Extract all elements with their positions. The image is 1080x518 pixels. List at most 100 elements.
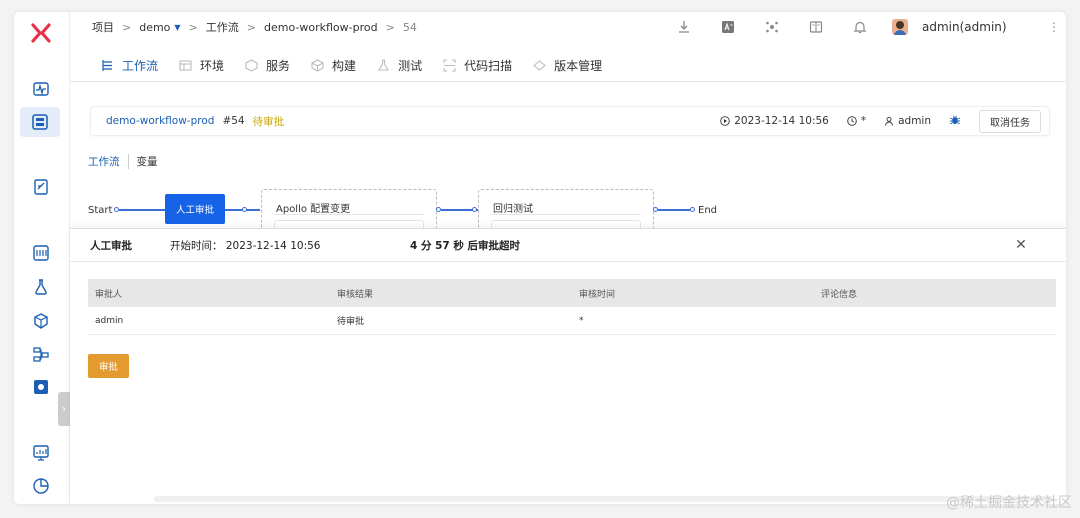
top-actions: admin(admin) ⋮ (662, 12, 1066, 42)
breadcrumb: 项目 > demo ▼ > 工作流 > demo-workflow-prod >… (70, 19, 417, 35)
scan-icon (442, 59, 456, 73)
start-time-label: 开始时间： (170, 239, 223, 252)
notification-bell-icon[interactable] (838, 20, 882, 34)
stage-title: 回归测试 (493, 204, 533, 215)
clock-icon (847, 116, 857, 126)
debug-bug-icon[interactable] (949, 114, 961, 129)
creator: admin (884, 115, 931, 127)
release-plan-icon[interactable] (30, 176, 52, 198)
tab-label: 服务 (266, 59, 291, 73)
approve-button[interactable]: 审批 (88, 354, 129, 378)
breadcrumb-workflow-name[interactable]: demo-workflow-prod (264, 21, 378, 34)
start-time: 2023-12-14 10:56 (720, 115, 829, 127)
statistics-icon[interactable] (30, 475, 52, 497)
approval-table: 审批人 审核结果 审核时间 评论信息 admin 待审批 * (88, 279, 1056, 335)
build-module-icon[interactable] (30, 242, 52, 264)
version-icon (532, 59, 546, 73)
divider (274, 214, 424, 215)
task-header: demo-workflow-prod #54 待审批 2023-12-14 10… (90, 106, 1050, 136)
avatar[interactable] (892, 19, 908, 35)
download-icon[interactable] (662, 20, 706, 34)
tab-service[interactable]: 服务 (244, 50, 290, 81)
translate-icon[interactable] (706, 20, 750, 34)
divider (491, 214, 641, 215)
connector-dot (242, 207, 247, 212)
column-header: 审核时间 (579, 289, 616, 300)
stage-manual-approval[interactable]: 人工审批 (165, 194, 225, 224)
stage-title: Apollo 配置变更 (276, 204, 351, 215)
duration-value: * (860, 115, 867, 127)
close-icon[interactable]: ✕ (1014, 238, 1028, 252)
collapse-rail-button[interactable]: › (58, 392, 70, 426)
tab-label: 测试 (398, 59, 423, 73)
panel-title: 人工审批 (90, 239, 132, 252)
test-module-icon[interactable] (30, 276, 52, 298)
settings-icon[interactable] (30, 376, 52, 398)
approval-panel: 人工审批 开始时间： 2023-12-14 10:56 4 分 57 秒 后审批… (70, 228, 1066, 504)
column-header: 评论信息 (821, 289, 858, 300)
monitor-icon[interactable] (30, 442, 52, 464)
time-cell: * (579, 315, 584, 326)
resource-icon[interactable] (30, 343, 52, 365)
start-time-value: 2023-12-14 10:56 (734, 115, 829, 127)
project-tabs: 工作流 环境 服务 构建 测试 代码扫描 版本管理 (70, 50, 1066, 82)
table-header: 审批人 审核结果 审核时间 评论信息 (88, 279, 1056, 307)
docs-icon[interactable] (794, 20, 838, 34)
breadcrumb-separator: > (385, 20, 395, 34)
task-meta: 2023-12-14 10:56 * admin 取消任务 (720, 107, 1041, 135)
approver-cell: admin (95, 315, 124, 326)
tab-version[interactable]: 版本管理 (532, 50, 602, 81)
test-icon (376, 59, 390, 73)
zadig-logo-icon[interactable] (30, 22, 52, 44)
tab-label: 代码扫描 (464, 59, 513, 73)
connector-dot (690, 207, 695, 212)
tab-environment[interactable]: 环境 (178, 50, 224, 81)
user-icon (885, 116, 894, 126)
breadcrumb-separator: > (246, 20, 257, 34)
top-bar: 项目 > demo ▼ > 工作流 > demo-workflow-prod >… (70, 12, 1066, 42)
panel-header: 人工审批 开始时间： 2023-12-14 10:56 4 分 57 秒 后审批… (70, 229, 1066, 262)
connector-line (658, 209, 690, 211)
column-header: 审批人 (95, 289, 123, 300)
more-vertical-icon[interactable]: ⋮ (1042, 20, 1066, 34)
end-node: End (698, 205, 718, 216)
breadcrumb-separator: > (188, 20, 198, 34)
tab-variables[interactable]: 变量 (129, 154, 158, 169)
dashboard-icon[interactable] (30, 78, 52, 100)
tab-label: 构建 (332, 59, 357, 73)
workflow-name-link[interactable]: demo-workflow-prod (106, 115, 214, 127)
build-icon (310, 59, 324, 73)
timeout-countdown: 4 分 57 秒 后审批超时 (410, 239, 521, 252)
tab-code-scan[interactable]: 代码扫描 (442, 50, 512, 81)
play-circle-icon (720, 116, 730, 126)
creator-value: admin (898, 115, 931, 127)
start-time-value: 2023-12-14 10:56 (225, 239, 321, 252)
tab-label: 版本管理 (554, 59, 603, 73)
breadcrumb-workflows[interactable]: 工作流 (206, 19, 239, 35)
sub-tabs: 工作流 变量 (88, 154, 158, 169)
duration: * (847, 115, 866, 127)
breadcrumb-project-name[interactable]: demo (139, 21, 170, 34)
artifact-icon[interactable] (30, 310, 52, 332)
user-name[interactable]: admin(admin) (922, 20, 1042, 34)
plugin-icon[interactable] (750, 20, 794, 34)
tab-workflow[interactable]: 工作流 (100, 50, 158, 81)
project-icon[interactable] (20, 107, 60, 137)
tab-workflow-view[interactable]: 工作流 (88, 154, 129, 169)
service-icon (244, 59, 258, 73)
workflow-icon (100, 59, 114, 73)
chevron-down-icon[interactable]: ▼ (174, 23, 180, 32)
tab-build[interactable]: 构建 (310, 50, 356, 81)
connector-line (119, 209, 165, 211)
horizontal-scrollbar[interactable] (154, 496, 1054, 502)
watermark: @稀土掘金技术社区 (946, 495, 1072, 511)
cancel-task-button[interactable]: 取消任务 (979, 109, 1041, 133)
panel-start-time: 开始时间： 2023-12-14 10:56 (170, 238, 410, 253)
column-header: 审核结果 (337, 289, 374, 300)
app-window: › 项目 > demo ▼ > 工作流 > demo-workflow-prod… (14, 12, 1066, 504)
breadcrumb-projects[interactable]: 项目 (92, 19, 114, 35)
environment-icon (178, 59, 192, 73)
breadcrumb-separator: > (122, 20, 132, 34)
tab-test[interactable]: 测试 (376, 50, 422, 81)
left-rail: › (14, 12, 70, 504)
